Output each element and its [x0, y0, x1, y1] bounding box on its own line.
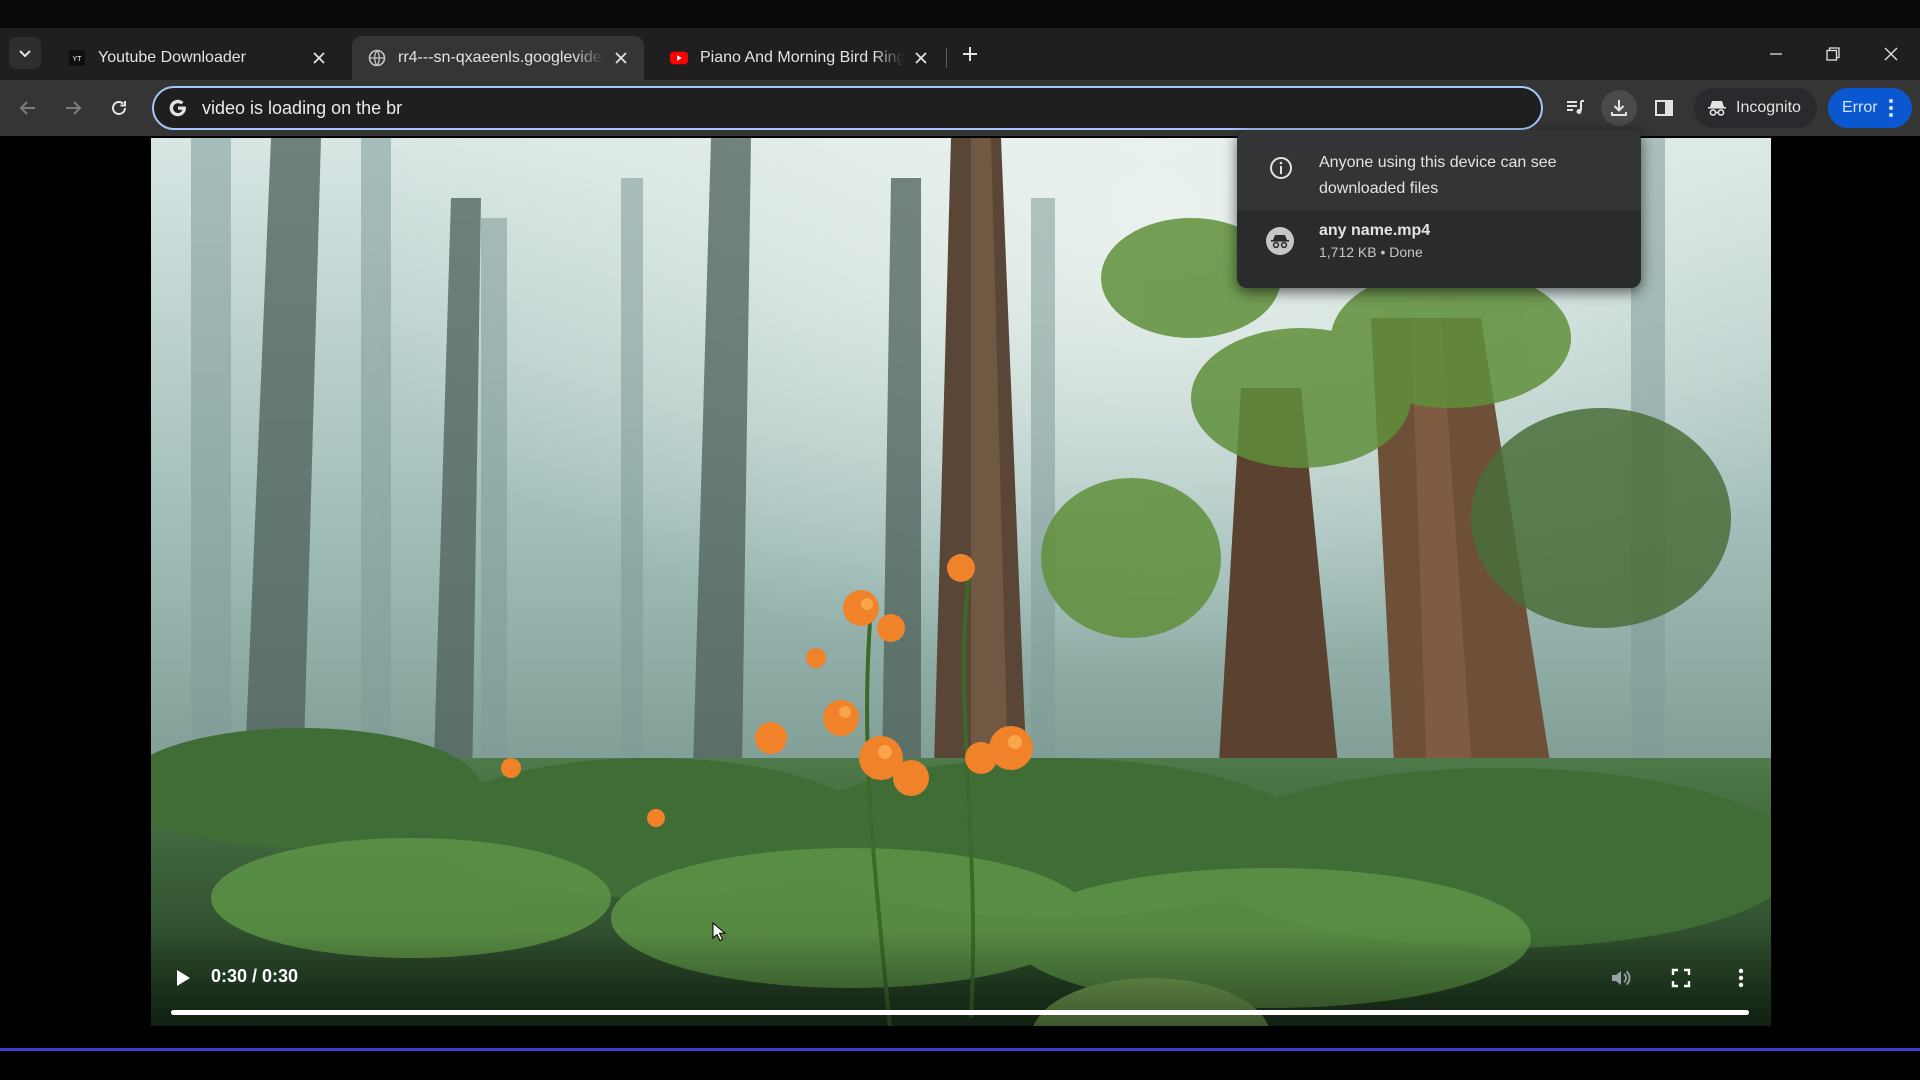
address-input[interactable] [202, 97, 1502, 119]
download-file-name: any name.mp4 [1319, 222, 1431, 239]
forward-button[interactable] [57, 92, 89, 124]
tab-search-button[interactable] [9, 37, 41, 69]
video-progress-bar[interactable] [171, 1010, 1749, 1015]
close-icon [1884, 47, 1898, 61]
youtube-icon [670, 49, 688, 67]
restore-button[interactable] [1813, 36, 1853, 72]
download-item[interactable]: any name.mp4 1,712 KB • Done [1237, 210, 1641, 260]
close-icon[interactable] [308, 47, 330, 69]
downloads-button[interactable] [1601, 90, 1637, 126]
tab-title: Piano And Morning Bird Ringtone [700, 49, 904, 66]
play-icon [177, 970, 190, 986]
incognito-button[interactable]: Incognito [1694, 88, 1817, 128]
svg-text:YT: YT [73, 56, 83, 63]
info-icon [1270, 157, 1292, 179]
minimize-icon [1770, 53, 1782, 55]
new-tab-button[interactable] [956, 40, 984, 68]
incognito-label: Incognito [1736, 99, 1801, 116]
mouse-cursor-icon [712, 922, 726, 942]
title-strip [0, 0, 1920, 28]
globe-icon [368, 49, 386, 67]
download-notice: Anyone using this device can see downloa… [1237, 130, 1641, 210]
tab-title: rr4---sn-qxaeenls.googlevideo.com [398, 49, 604, 66]
minimize-button[interactable] [1756, 36, 1796, 72]
video-time: 0:30 / 0:30 [211, 966, 299, 986]
side-panel-button[interactable] [1646, 90, 1682, 126]
restore-icon [1826, 47, 1840, 61]
play-button[interactable] [171, 966, 195, 990]
more-vert-icon [1738, 968, 1744, 988]
mute-button[interactable] [1606, 964, 1634, 992]
volume-icon [1612, 970, 1631, 986]
fullscreen-icon [1671, 968, 1691, 988]
media-controls-button[interactable] [1557, 90, 1593, 126]
arrow-left-icon [19, 101, 35, 115]
download-notice-text: Anyone using this device can see downloa… [1319, 154, 1557, 197]
download-icon [1611, 100, 1627, 116]
tab-piano-ringtone[interactable]: Piano And Morning Bird Ringtone [654, 36, 944, 80]
arrow-right-icon [66, 101, 82, 115]
video-controls: 0:30 / 0:30 [151, 930, 1771, 1026]
close-icon[interactable] [910, 47, 932, 69]
download-bubble: Anyone using this device can see downloa… [1237, 130, 1641, 288]
error-label: Error [1842, 99, 1878, 116]
tab-separator [946, 48, 947, 68]
more-options-button[interactable] [1729, 964, 1753, 992]
queue-music-icon [1567, 100, 1584, 114]
tab-title: Youtube Downloader [98, 49, 246, 66]
plus-icon [963, 47, 977, 61]
incognito-file-icon [1266, 227, 1294, 255]
omnibox[interactable] [152, 86, 1543, 130]
close-window-button[interactable] [1871, 36, 1911, 72]
tab-youtube-downloader[interactable]: YT Youtube Downloader [52, 36, 342, 80]
google-g-icon [166, 96, 190, 120]
yt-logo-icon: YT [68, 49, 86, 67]
side-panel-icon [1655, 100, 1673, 116]
reload-icon [112, 101, 126, 115]
close-icon[interactable] [610, 47, 632, 69]
tab-googlevideo[interactable]: rr4---sn-qxaeenls.googlevideo.com [352, 36, 644, 80]
toolbar: Incognito Error [0, 80, 1920, 136]
back-button[interactable] [12, 92, 44, 124]
bottom-strip [0, 1051, 1920, 1080]
video-progress-fill [171, 1010, 1749, 1015]
chevron-down-icon [19, 50, 31, 58]
more-vert-icon [1888, 99, 1893, 117]
reload-button[interactable] [103, 92, 135, 124]
download-file-meta: 1,712 KB • Done [1319, 244, 1423, 260]
profile-error-button[interactable]: Error [1828, 88, 1912, 128]
tab-bar: YT Youtube Downloader rr4---sn-qxaeenls.… [0, 28, 1920, 80]
incognito-icon [1708, 101, 1726, 116]
fullscreen-button[interactable] [1667, 964, 1695, 992]
